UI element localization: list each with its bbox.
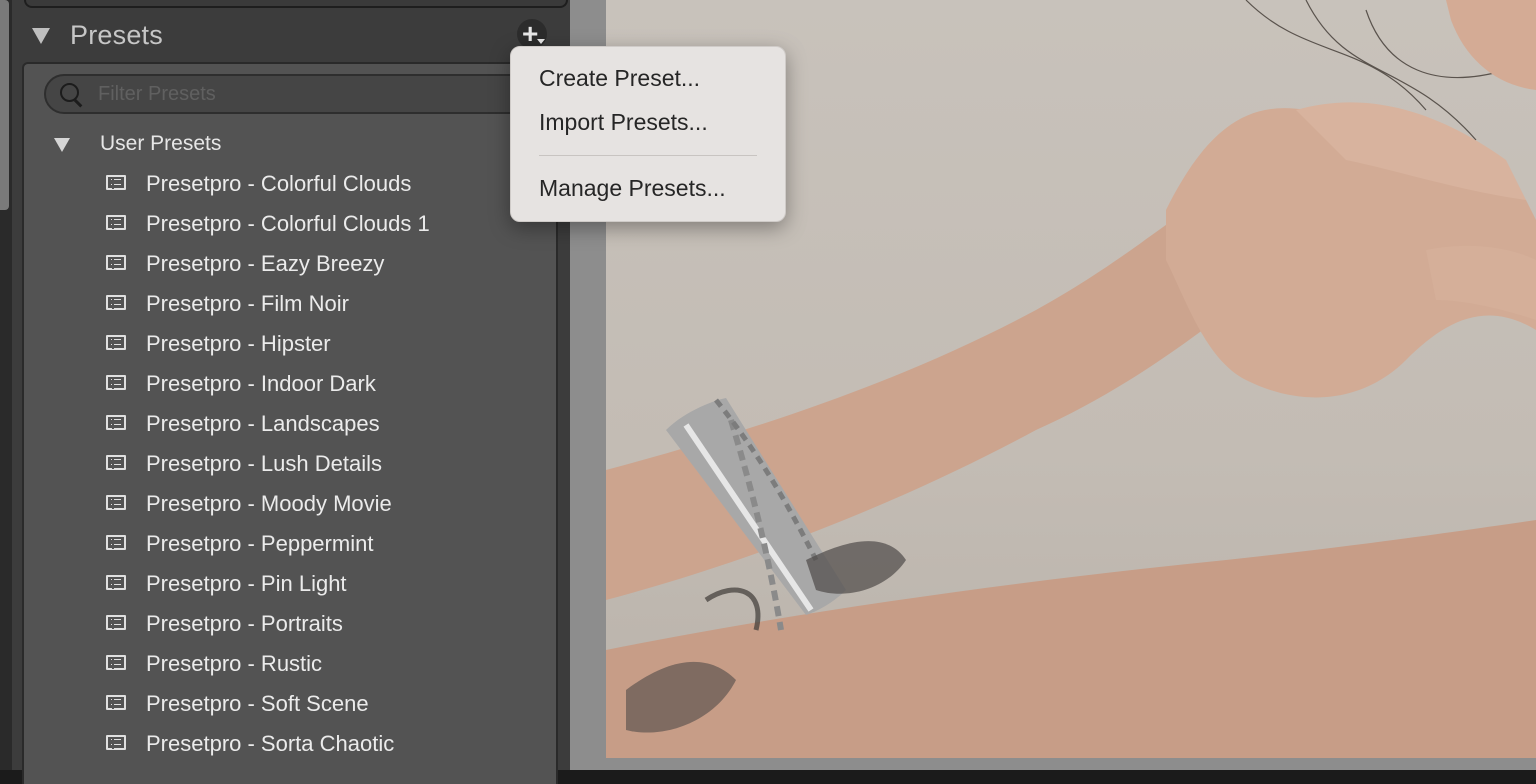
preset-icon [106, 335, 126, 350]
preset-icon [106, 175, 126, 190]
preset-icon [106, 295, 126, 310]
preset-item[interactable]: Presetpro - Indoor Dark [24, 368, 524, 404]
preset-label: Presetpro - Portraits [146, 611, 343, 636]
preset-item[interactable]: Presetpro - Colorful Clouds 1 [24, 208, 524, 244]
preset-item[interactable]: Presetpro - Hipster [24, 328, 524, 364]
preset-label: Presetpro - Soft Scene [146, 691, 369, 716]
presets-panel-header[interactable]: Presets + [12, 10, 570, 60]
preset-item[interactable]: Presetpro - Eazy Breezy [24, 248, 524, 284]
filter-presets-field[interactable] [44, 74, 568, 114]
preset-item[interactable]: Presetpro - Sorta Chaotic [24, 728, 524, 764]
preset-label: Presetpro - Peppermint [146, 531, 374, 556]
preset-item[interactable]: Presetpro - Soft Scene [24, 688, 524, 724]
preset-icon [106, 495, 126, 510]
import-presets-menu-item[interactable]: Import Presets... [539, 109, 708, 136]
preset-label: Presetpro - Landscapes [146, 411, 380, 436]
preset-icon [106, 655, 126, 670]
preset-label: Presetpro - Indoor Dark [146, 371, 376, 396]
preset-label: Presetpro - Sorta Chaotic [146, 731, 395, 756]
preset-icon [106, 375, 126, 390]
preset-item[interactable]: Presetpro - Portraits [24, 608, 524, 644]
dropdown-caret-icon [537, 39, 545, 44]
menu-separator [539, 155, 757, 156]
previous-panel-bottom [24, 0, 568, 8]
preset-icon [106, 735, 126, 750]
add-preset-button[interactable]: + [517, 18, 547, 49]
preset-icon [106, 535, 126, 550]
preset-item[interactable]: Presetpro - Peppermint [24, 528, 524, 564]
preset-label: Presetpro - Colorful Clouds 1 [146, 211, 430, 236]
preset-label: Presetpro - Lush Details [146, 451, 382, 476]
manage-presets-menu-item[interactable]: Manage Presets... [539, 175, 726, 202]
preset-icon [106, 615, 126, 630]
preset-icon [106, 575, 126, 590]
preset-label: Presetpro - Pin Light [146, 571, 347, 596]
preset-label: Presetpro - Hipster [146, 331, 331, 356]
preset-label: Presetpro - Eazy Breezy [146, 251, 385, 276]
add-preset-menu: Create Preset... Import Presets... Manag… [510, 46, 786, 222]
preset-item[interactable]: Presetpro - Landscapes [24, 408, 524, 444]
preset-label: Presetpro - Moody Movie [146, 491, 392, 516]
group-collapse-triangle-icon[interactable] [54, 138, 70, 152]
presets-panel: Presets + User Presets Presetpro - Color… [12, 0, 570, 784]
preset-label: Presetpro - Rustic [146, 651, 323, 676]
preset-item[interactable]: Presetpro - Moody Movie [24, 488, 524, 524]
preset-label: Presetpro - Film Noir [146, 291, 349, 316]
preset-item[interactable]: Presetpro - Rustic [24, 648, 524, 684]
collapse-triangle-icon[interactable] [32, 28, 50, 44]
preset-item[interactable]: Presetpro - Film Noir [24, 288, 524, 324]
preset-icon [106, 695, 126, 710]
preset-label: Presetpro - Colorful Clouds [146, 171, 412, 196]
search-icon [60, 83, 79, 102]
preset-icon [106, 255, 126, 270]
create-preset-menu-item[interactable]: Create Preset... [539, 65, 700, 92]
preset-item[interactable]: Presetpro - Lush Details [24, 448, 524, 484]
preset-item[interactable]: Presetpro - Colorful Clouds [24, 168, 524, 204]
scrollbar-handle[interactable] [0, 0, 9, 210]
panel-title: Presets [70, 20, 163, 50]
presets-list-container: User Presets Presetpro - Colorful Clouds… [22, 62, 568, 784]
group-label: User Presets [100, 132, 222, 155]
left-panel-edge [0, 0, 12, 770]
preset-icon [106, 415, 126, 430]
preset-item[interactable]: Presetpro - Pin Light [24, 568, 524, 604]
filter-presets-input[interactable] [96, 79, 520, 109]
preset-icon [106, 215, 126, 230]
preset-icon [106, 455, 126, 470]
